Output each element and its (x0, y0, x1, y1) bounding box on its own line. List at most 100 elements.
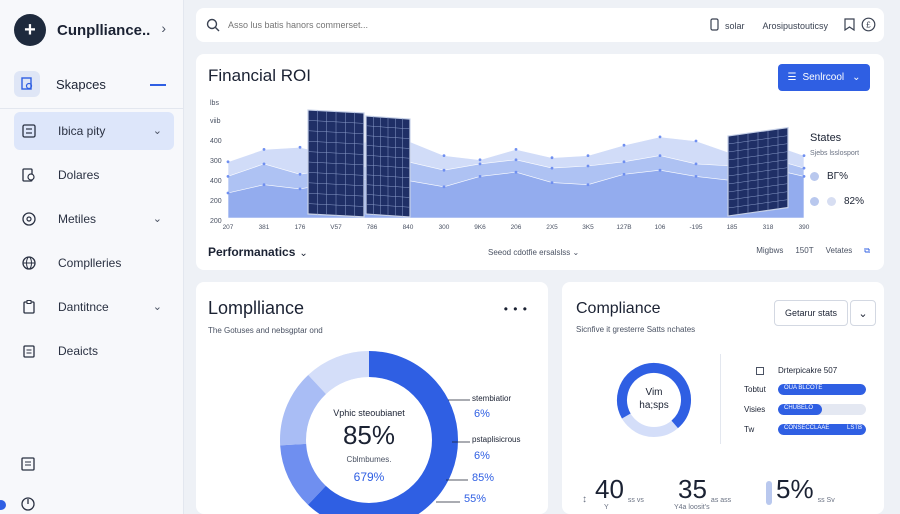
x-tick-label: 127B (616, 224, 631, 231)
stat-value: 5% (776, 474, 814, 504)
selected-dropdown[interactable]: Seeod cdotfie ersalslss ⌄ (488, 248, 579, 257)
sidebar-item-dolares[interactable]: Dolares (14, 156, 174, 194)
performance-dropdown[interactable]: Performanatics ⌄ (208, 245, 308, 259)
solar-panel-image (365, 115, 411, 218)
chevron-down-icon[interactable]: ⌄ (850, 300, 876, 326)
sidebar-item-ibica-pity[interactable]: Ibica pity ⌄ (14, 112, 174, 150)
compliance-overview-card: Lomplliance The Gotuses and nebsgptar on… (196, 282, 548, 514)
x-tick-label: 2X5 (546, 224, 558, 231)
chevron-down-icon: ⌄ (852, 72, 861, 83)
data-point (586, 154, 590, 157)
clipboard-list-icon (20, 342, 38, 360)
donut-legend-value: 55% (464, 493, 487, 505)
donut-legend-label: stembiatior (472, 394, 512, 403)
x-tick-label: 176 (295, 224, 306, 231)
progress-text: CONSECCLAAE (784, 425, 830, 431)
x-tick-label: 318 (763, 224, 774, 231)
states-legend: States Sjebs lsslosport BΓ% 82% (810, 132, 876, 207)
bookmark-icon[interactable] (844, 18, 855, 33)
svg-text:£: £ (866, 21, 871, 30)
sidebar-item-complleries[interactable]: Complleries (14, 244, 174, 282)
sidebar-item-label: Ibica pity (58, 124, 106, 138)
x-tick-label: 786 (367, 224, 378, 231)
data-point (802, 175, 806, 178)
data-point (550, 156, 554, 160)
chevron-right-icon[interactable]: › (161, 20, 166, 36)
data-point (622, 172, 626, 176)
currency-icon[interactable]: £ (861, 17, 876, 34)
legend-dot (810, 197, 819, 206)
phone-icon[interactable] (710, 18, 719, 33)
y-tick-label: 200 (210, 198, 222, 205)
donut-legend-value: 85% (472, 472, 495, 484)
data-point (550, 166, 554, 170)
progress-track: CONSECCLAAE LSTB (778, 424, 866, 435)
states-subtitle: Sjebs lsslosport (810, 150, 860, 157)
brand-name: Cunplliance.. (57, 21, 151, 39)
select-checkbox[interactable] (756, 366, 764, 375)
donut-center: Vphic steoubianet 85% Cblmbumes. 679% (314, 408, 424, 484)
data-point (658, 168, 662, 172)
brand[interactable]: + Cunplliance.. › (14, 12, 174, 48)
sidebar-item-deaicts[interactable]: Deaicts (14, 332, 174, 370)
y-tick-label: 400 (210, 178, 222, 185)
legend-dot (827, 197, 836, 206)
solar-panel-image (307, 109, 365, 218)
x-tick-label: 207 (223, 224, 234, 231)
chevron-down-icon[interactable]: ⌄ (153, 212, 162, 225)
donut-legend-label: pstaplisicrous (472, 435, 521, 444)
progress-label: Tobtut (744, 385, 766, 394)
stat-sub: Y (604, 504, 609, 511)
footer-item[interactable]: Vetates (826, 246, 853, 256)
roi-control-label: Senlrcool (802, 72, 845, 83)
footer-item[interactable]: Migbws (756, 246, 783, 256)
footer-item[interactable]: 150T (795, 246, 813, 256)
chevron-down-icon[interactable]: ⌄ (153, 300, 162, 313)
y-tick-label: viib (210, 118, 221, 125)
data-point (694, 139, 698, 143)
collapse-dash-icon[interactable] (150, 84, 166, 86)
data-point (586, 183, 590, 187)
x-tick-label: 381 (259, 224, 270, 231)
top-link-account[interactable]: Arosipustouticsy (762, 21, 828, 31)
search-input[interactable] (228, 20, 528, 30)
checklist-icon (20, 122, 38, 140)
x-tick-label: 185 (727, 224, 738, 231)
get-stats-button[interactable]: Getarur stats (774, 300, 848, 326)
notes-icon[interactable] (20, 456, 36, 477)
x-tick-label: 106 (655, 224, 666, 231)
top-link-solar[interactable]: solar (725, 21, 745, 31)
data-point (442, 185, 446, 189)
donut-legend-value: 6% (474, 408, 490, 420)
spaces-icon (14, 71, 40, 97)
power-icon[interactable] (20, 496, 36, 514)
data-point (694, 175, 698, 178)
data-point (694, 162, 698, 166)
donut-center-value: 85% (342, 420, 396, 450)
progress-label: Tw (744, 425, 755, 434)
sort-icon: ↕ (582, 494, 587, 505)
data-point (478, 175, 482, 178)
data-point (802, 166, 806, 170)
data-point (622, 143, 626, 147)
data-point (658, 154, 662, 157)
expand-icon[interactable]: ⧉ (864, 246, 870, 256)
stat-value: 40 (595, 474, 624, 504)
roi-control-button[interactable]: ☰ Senlrcool ⌄ (778, 64, 870, 91)
compliance-subtitle: Sicnfive it gresterre Satts nchates (576, 325, 696, 334)
y-tick-label: 400 (210, 138, 222, 145)
sidebar-item-dantitnce[interactable]: Dantitnce ⌄ (14, 288, 174, 326)
stat-block: 5% ss Sv (766, 474, 835, 505)
top-bar: solar Arosipustouticsy £ (196, 8, 884, 42)
progress-text: LSTB (846, 425, 862, 431)
stat-unit: ss vs (627, 497, 644, 504)
data-point (226, 191, 230, 195)
progress-track: CHUBELO (778, 404, 866, 415)
data-point (262, 183, 266, 187)
chevron-down-icon[interactable]: ⌄ (153, 124, 162, 137)
divider (720, 354, 721, 444)
data-point (586, 164, 590, 168)
spaces-row[interactable]: Skapces (14, 64, 178, 104)
sidebar-item-metiles[interactable]: Metiles ⌄ (14, 200, 174, 238)
donut-center-percent: 679% (353, 470, 385, 484)
